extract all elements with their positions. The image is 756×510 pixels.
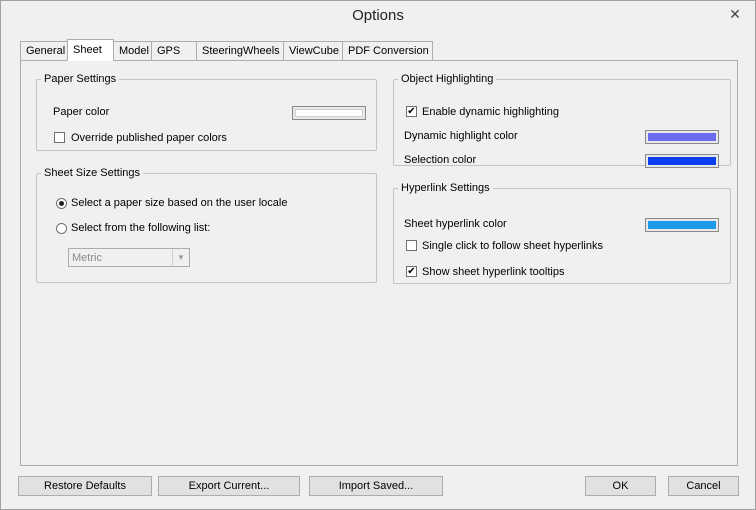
hyperlink-color-fill bbox=[648, 221, 716, 229]
sheet-size-group: Sheet Size Settings Select a paper size … bbox=[36, 167, 377, 283]
hyperlink-color-label: Sheet hyperlink color bbox=[404, 218, 507, 230]
paper-size-dropdown[interactable]: Metric ▼ bbox=[68, 248, 190, 267]
object-highlighting-title: Object Highlighting bbox=[401, 73, 494, 85]
selection-color-label: Selection color bbox=[404, 154, 477, 166]
tab-general[interactable]: General bbox=[20, 41, 68, 60]
tab-gps[interactable]: GPS bbox=[151, 41, 197, 60]
close-icon[interactable]: ✕ bbox=[727, 6, 743, 22]
chevron-down-icon[interactable]: ▼ bbox=[172, 249, 189, 266]
enable-highlighting-checkbox[interactable]: ✔ bbox=[406, 106, 417, 117]
dynamic-highlight-label: Dynamic highlight color bbox=[404, 130, 518, 142]
tab-panel-sheet: Paper Settings Paper color Override publ… bbox=[20, 60, 738, 466]
ok-button[interactable]: OK bbox=[585, 476, 656, 496]
override-paper-colors-checkbox[interactable] bbox=[54, 132, 65, 143]
paper-color-label: Paper color bbox=[53, 106, 110, 118]
tab-pdf-conversion[interactable]: PDF Conversion bbox=[342, 41, 433, 60]
options-dialog: Options ✕ General Sheet Model GPS Steeri… bbox=[0, 0, 756, 510]
hyperlink-color-swatch[interactable] bbox=[645, 218, 719, 232]
tooltips-label: Show sheet hyperlink tooltips bbox=[422, 266, 565, 278]
paper-size-value: Metric bbox=[72, 252, 102, 264]
locale-size-radio[interactable] bbox=[56, 198, 67, 209]
window-title: Options bbox=[352, 7, 404, 24]
single-click-label: Single click to follow sheet hyperlinks bbox=[422, 240, 603, 252]
single-click-checkbox[interactable] bbox=[406, 240, 417, 251]
paper-settings-group: Paper Settings Paper color Override publ… bbox=[36, 73, 377, 151]
enable-highlighting-label: Enable dynamic highlighting bbox=[422, 106, 559, 118]
selection-color-fill bbox=[648, 157, 716, 165]
selection-color-swatch[interactable] bbox=[645, 154, 719, 168]
list-size-radio[interactable] bbox=[56, 223, 67, 234]
override-paper-colors-label: Override published paper colors bbox=[71, 132, 227, 144]
tab-viewcube[interactable]: ViewCube bbox=[283, 41, 343, 60]
hyperlink-settings-group: Hyperlink Settings Sheet hyperlink color… bbox=[393, 182, 731, 284]
list-size-label: Select from the following list: bbox=[71, 222, 211, 234]
paper-settings-title: Paper Settings bbox=[44, 73, 117, 85]
import-saved-button[interactable]: Import Saved... bbox=[309, 476, 443, 496]
locale-size-label: Select a paper size based on the user lo… bbox=[71, 197, 288, 209]
dynamic-highlight-swatch[interactable] bbox=[645, 130, 719, 144]
dynamic-highlight-fill bbox=[648, 133, 716, 141]
object-highlighting-group: Object Highlighting ✔ Enable dynamic hig… bbox=[393, 73, 731, 168]
export-current-button[interactable]: Export Current... bbox=[158, 476, 300, 496]
title-bar: Options ✕ bbox=[1, 1, 755, 32]
restore-defaults-button[interactable]: Restore Defaults bbox=[18, 476, 152, 496]
tab-steeringwheels[interactable]: SteeringWheels bbox=[196, 41, 284, 60]
tab-sheet[interactable]: Sheet bbox=[67, 39, 114, 61]
tooltips-checkbox[interactable]: ✔ bbox=[406, 266, 417, 277]
cancel-button[interactable]: Cancel bbox=[668, 476, 739, 496]
hyperlink-settings-title: Hyperlink Settings bbox=[401, 182, 490, 194]
tab-model[interactable]: Model bbox=[113, 41, 152, 60]
paper-color-fill bbox=[295, 109, 363, 117]
sheet-size-title: Sheet Size Settings bbox=[44, 167, 141, 179]
paper-color-swatch[interactable] bbox=[292, 106, 366, 120]
